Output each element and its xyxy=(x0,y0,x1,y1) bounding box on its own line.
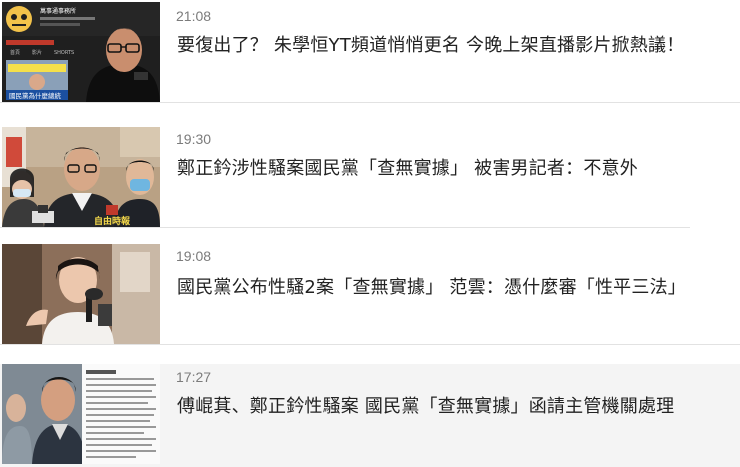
thumb-channel-name: 萬事通事務所 xyxy=(40,7,76,15)
news-title-4[interactable]: 傅崐萁、鄭正鈐性騷案 國民黨「查無實據」函請主管機關處理 xyxy=(177,392,674,418)
news-title-1[interactable]: 要復出了？ 朱學恒YT頻道悄悄更名 今晚上架直播影片掀熱議！ xyxy=(177,31,684,57)
news-time-4: 17:27 xyxy=(176,369,212,385)
news-thumbnail-2[interactable]: 自由時報 xyxy=(2,127,160,227)
news-thumbnail-4[interactable] xyxy=(2,364,160,464)
news-time-1: 21:08 xyxy=(176,8,212,24)
news-title-2[interactable]: 鄭正鈐涉性騷案國民黨「查無實據」 被害男記者：不意外 xyxy=(177,154,638,180)
news-item-1[interactable]: 萬事通事務所 首頁 影片 SHORTS 國民黨為什麼總統 21:08 要復出了？… xyxy=(0,0,740,103)
thumb-caption: 國民黨為什麼總統 xyxy=(9,91,62,100)
separator-3 xyxy=(0,344,740,345)
news-time-2: 19:30 xyxy=(176,131,212,147)
thumb-tab-home: 首頁 xyxy=(10,49,20,56)
news-item-4[interactable]: 17:27 傅崐萁、鄭正鈐性騷案 國民黨「查無實據」函請主管機關處理 xyxy=(0,364,740,467)
thumb-tab-videos: 影片 xyxy=(32,49,42,56)
news-time-3: 19:08 xyxy=(176,248,212,264)
news-thumbnail-1[interactable]: 萬事通事務所 首頁 影片 SHORTS 國民黨為什麼總統 xyxy=(2,2,160,102)
thumb-tab-shorts: SHORTS xyxy=(54,50,74,56)
thumb-logo: 自由時報 xyxy=(94,215,131,227)
news-thumbnail-3[interactable] xyxy=(2,244,160,344)
news-title-3[interactable]: 國民黨公布性騷2案「查無實據」 范雲：憑什麼審「性平三法」 xyxy=(177,273,686,299)
news-item-3[interactable]: 19:08 國民黨公布性騷2案「查無實據」 范雲：憑什麼審「性平三法」 xyxy=(0,228,740,344)
news-item-2[interactable]: 自由時報 19:30 鄭正鈐涉性騷案國民黨「查無實據」 被害男記者：不意外 xyxy=(0,103,740,227)
